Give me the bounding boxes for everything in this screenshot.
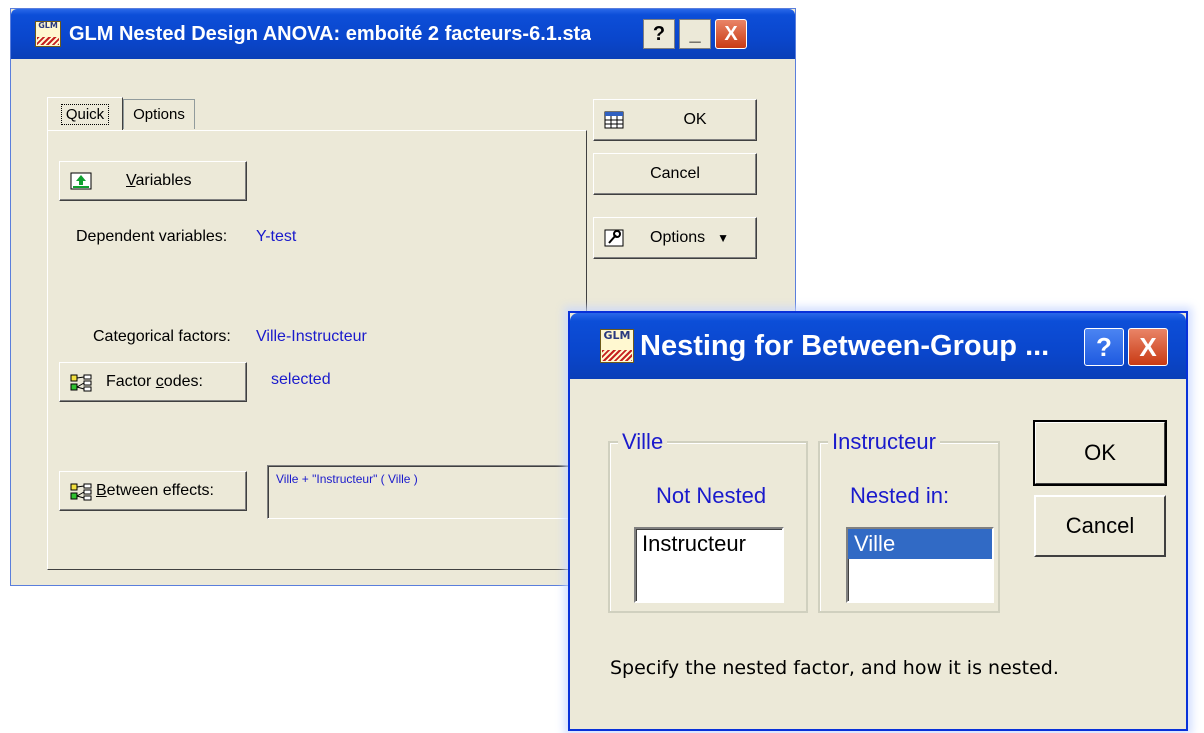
main-ok-label: OK (683, 111, 707, 128)
chevron-down-icon: ▼ (717, 231, 730, 245)
nest-ok-label: OK (1084, 440, 1116, 465)
factor-codes-button[interactable]: Factor codes: (59, 362, 247, 402)
main-help-button[interactable]: ? (643, 19, 675, 49)
instructeur-groupbox-legend: Instructeur (828, 429, 940, 455)
instructeur-listbox[interactable]: Ville (846, 527, 994, 603)
variables-button[interactable]: Variables (59, 161, 247, 201)
nest-window-title: Nesting for Between-Group ... (640, 329, 1050, 362)
factor-codes-button-label: Factor codes: (106, 373, 203, 390)
ville-listbox[interactable]: Instructeur (634, 527, 784, 603)
categorical-factors-label: Categorical factors: (93, 328, 231, 345)
options-wrench-icon (604, 229, 624, 247)
main-minimize-button[interactable]: _ (679, 19, 711, 49)
tab-quick[interactable]: Quick (47, 97, 123, 131)
instructeur-nesting-status: Nested in: (850, 483, 950, 508)
factor-codes-value: selected (271, 371, 331, 388)
between-effects-icon (70, 482, 92, 501)
nest-cancel-button[interactable]: Cancel (1034, 495, 1166, 557)
options-dropdown-button[interactable]: Options ▼ (593, 217, 757, 259)
glm-app-icon: GLM (35, 21, 61, 47)
variables-icon (70, 172, 92, 190)
glm-app-icon: GLM (600, 329, 634, 363)
between-effects-button[interactable]: Between effects: (59, 471, 247, 511)
tab-options[interactable]: Options (123, 99, 195, 129)
variables-button-label: Variables (126, 172, 192, 189)
main-cancel-button[interactable]: Cancel (593, 153, 757, 195)
nest-help-button[interactable]: ? (1084, 328, 1124, 366)
tab-options-label: Options (133, 106, 185, 123)
nest-ok-button[interactable]: OK (1033, 420, 1167, 486)
main-cancel-label: Cancel (650, 165, 700, 182)
main-close-button[interactable]: X (715, 19, 747, 49)
nest-title-bar[interactable]: GLM Nesting for Between-Group ... ? X (570, 313, 1186, 379)
ville-groupbox-legend: Ville (618, 429, 668, 455)
nesting-dialog: GLM Nesting for Between-Group ... ? X Vi… (568, 311, 1188, 731)
factor-codes-icon (70, 373, 92, 392)
nest-footer-hint: Specify the nested factor, and how it is… (610, 657, 1059, 679)
options-button-label: Options (650, 229, 706, 246)
between-effects-button-label: Between effects: (96, 482, 214, 499)
ville-nesting-status: Not Nested (656, 483, 767, 508)
nest-close-button[interactable]: X (1128, 328, 1168, 366)
list-item-selected[interactable]: Ville (848, 529, 992, 559)
tab-quick-label: Quick (60, 104, 110, 125)
categorical-factors-value: Ville-Instructeur (256, 328, 367, 345)
between-effects-field[interactable]: Ville + "Instructeur" ( Ville ) (267, 465, 571, 519)
main-window-title: GLM Nested Design ANOVA: emboité 2 facte… (69, 22, 592, 45)
list-item[interactable]: Instructeur (636, 529, 782, 559)
nest-cancel-label: Cancel (1065, 513, 1135, 538)
dependent-variables-label: Dependent variables: (76, 228, 228, 245)
main-title-bar[interactable]: GLM GLM Nested Design ANOVA: emboité 2 f… (11, 9, 795, 59)
dependent-variables-value: Y-test (256, 228, 297, 245)
main-ok-button[interactable]: OK (593, 99, 757, 141)
